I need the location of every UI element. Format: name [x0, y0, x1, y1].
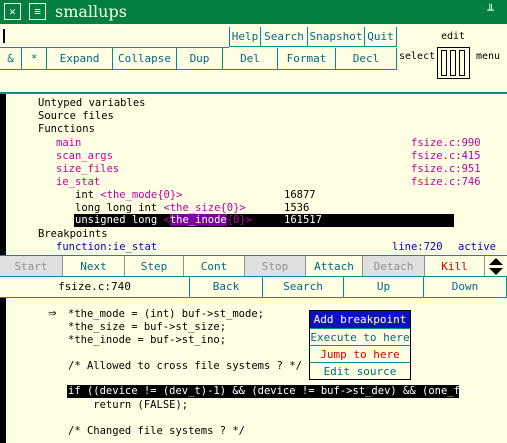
execute-to-here-item[interactable]: Execute to here	[310, 328, 410, 345]
window-title: smallups	[55, 2, 127, 21]
edit-label: edit	[441, 31, 466, 42]
toolbar-decl[interactable]: Decl	[336, 48, 397, 70]
source-line-selected-text: if ((device != (dev_t)-1) && (device != …	[68, 385, 479, 397]
func-main-loc: fsize.c:990	[411, 137, 481, 149]
var-value: 161517	[284, 214, 322, 226]
var-value: 1536	[284, 202, 310, 214]
source-line[interactable]: *the_inode = buf->st_ino;	[68, 334, 226, 346]
scrollbar-source[interactable]	[0, 298, 6, 443]
toolbar-addr[interactable]: &	[0, 48, 22, 70]
source-line[interactable]: /* Changed file systems ? */	[68, 425, 245, 437]
step-button[interactable]: Step	[125, 256, 184, 277]
start-button[interactable]: Start	[0, 256, 63, 277]
back-button[interactable]: Back	[190, 277, 263, 297]
down-button[interactable]: Down	[424, 277, 507, 297]
maximize-icon[interactable]: ╨	[482, 3, 499, 20]
add-breakpoint-item[interactable]: Add breakpoint	[310, 311, 410, 328]
stop-button[interactable]: Stop	[245, 256, 306, 277]
up-button[interactable]: Up	[344, 277, 424, 297]
source-line[interactable]: return (FALSE);	[68, 399, 188, 411]
window-menu-icon[interactable]: ≡	[29, 3, 46, 20]
kill-button[interactable]: Kill	[425, 256, 485, 277]
source-line[interactable]: /* Allowed to cross file systems ? */	[68, 360, 302, 372]
select-label: select	[399, 51, 436, 62]
toolbar-deref[interactable]: *	[22, 48, 47, 70]
current-file-location: fsize.c:740	[0, 277, 190, 297]
menu-help[interactable]: Help	[229, 27, 261, 47]
breakpoint-item[interactable]: function:ie_stat	[56, 241, 157, 253]
toolbar-dup[interactable]: Dup	[177, 48, 223, 70]
tree-untyped[interactable]: Untyped variables	[38, 97, 145, 109]
source-line[interactable]: *the_mode = (int) buf->st_mode;	[68, 308, 264, 320]
menu-label: menu	[476, 51, 501, 62]
jump-to-here-item[interactable]: Jump to here	[310, 345, 410, 362]
search-button[interactable]: Search	[263, 277, 344, 297]
source-line[interactable]: *the_size = buf->st_size;	[68, 321, 226, 333]
close-icon[interactable]: ✕	[4, 3, 21, 20]
toolbar-del[interactable]: Del	[223, 48, 278, 70]
next-button[interactable]: Next	[63, 256, 125, 277]
breakpoint-line: line:720	[392, 241, 443, 253]
toolbar-collapse[interactable]: Collapse	[113, 48, 177, 70]
menu-search[interactable]: Search	[261, 27, 308, 47]
func-ie-stat[interactable]: ie_stat	[56, 176, 100, 188]
func-size-files[interactable]: size_files	[56, 163, 119, 175]
func-main[interactable]: main	[56, 137, 81, 149]
func-scan-args[interactable]: scan_args	[56, 150, 113, 162]
source-context-menu: Add breakpoint Execute to here Jump to h…	[309, 310, 411, 380]
divider	[0, 297, 507, 298]
tree-breakpoints[interactable]: Breakpoints	[38, 228, 108, 240]
menu-quit[interactable]: Quit	[365, 27, 397, 47]
resize-arrows-icon[interactable]	[485, 256, 507, 277]
func-ie-stat-loc: fsize.c:746	[411, 176, 481, 188]
title-bar: ✕ ≡ smallups ╨	[0, 0, 507, 24]
detach-button[interactable]: Detach	[363, 256, 425, 277]
cont-button[interactable]: Cont	[184, 256, 245, 277]
breakpoint-state: active	[458, 241, 496, 253]
toolbar-format[interactable]: Format	[278, 48, 336, 70]
tree-functions[interactable]: Functions	[38, 123, 95, 135]
tree-source-files[interactable]: Source files	[38, 110, 114, 122]
text-cursor	[3, 29, 5, 43]
menu-snapshot[interactable]: Snapshot	[308, 27, 365, 47]
pane-divider	[0, 92, 507, 94]
toolbar-expand[interactable]: Expand	[47, 48, 113, 70]
scrollbar-tree[interactable]	[0, 94, 6, 256]
func-size-files-loc: fsize.c:951	[411, 163, 481, 175]
var-row-selected-text: unsigned long <the_inode{0}>	[75, 214, 253, 226]
var-value: 16877	[284, 189, 316, 201]
command-input[interactable]	[0, 24, 229, 48]
var-row[interactable]: long long int <the_size{0}>	[75, 202, 246, 214]
var-row[interactable]: int <the_mode{0}>	[75, 189, 183, 201]
current-line-arrow-icon: ⇒	[48, 305, 57, 321]
func-scan-args-loc: fsize.c:415	[411, 150, 481, 162]
edit-source-item[interactable]: Edit source	[310, 362, 410, 379]
attach-button[interactable]: Attach	[306, 256, 363, 277]
mouse-buttons-icon	[437, 47, 470, 79]
